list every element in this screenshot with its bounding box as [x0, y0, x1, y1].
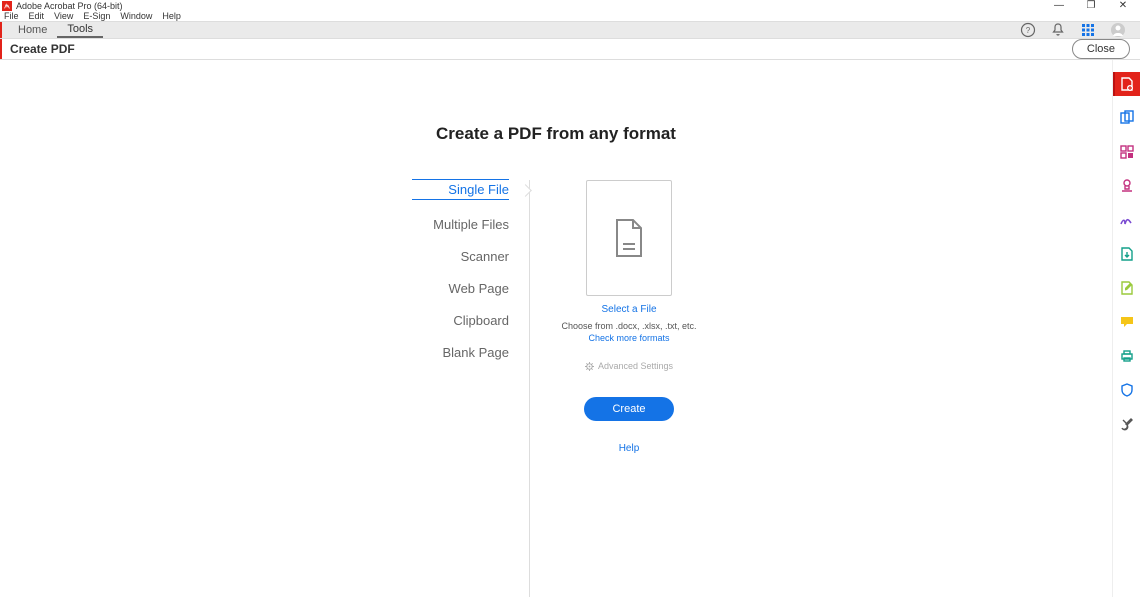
- option-multiple-files[interactable]: Multiple Files: [412, 217, 509, 232]
- svg-text:?: ?: [1026, 26, 1031, 35]
- choose-from-text: Choose from .docx, .xlsx, .txt, etc.: [561, 321, 696, 331]
- window-title: Adobe Acrobat Pro (64-bit): [16, 1, 1052, 11]
- tab-home[interactable]: Home: [8, 22, 57, 38]
- rail-protect-icon[interactable]: [1113, 378, 1140, 402]
- menu-help[interactable]: Help: [162, 11, 181, 21]
- rail-edit-pdf-icon[interactable]: [1113, 276, 1140, 300]
- document-icon: [611, 218, 647, 258]
- page-title: Create a PDF from any format: [436, 124, 676, 144]
- profile-icon[interactable]: [1110, 22, 1126, 38]
- rail-combine-icon[interactable]: [1113, 106, 1140, 130]
- right-tool-rail: [1112, 60, 1140, 597]
- app-icon: [2, 1, 12, 11]
- rail-sign-icon[interactable]: [1113, 208, 1140, 232]
- advanced-settings: Advanced Settings: [585, 361, 673, 371]
- tab-tools[interactable]: Tools: [57, 22, 103, 38]
- maximize-button[interactable]: ❐: [1084, 0, 1098, 11]
- close-window-button[interactable]: ✕: [1116, 0, 1130, 11]
- rail-print-icon[interactable]: [1113, 344, 1140, 368]
- help-link[interactable]: Help: [619, 443, 640, 454]
- rail-export-icon[interactable]: [1113, 242, 1140, 266]
- content-area: Create a PDF from any format Single File…: [0, 60, 1140, 597]
- rail-organize-icon[interactable]: [1113, 140, 1140, 164]
- gear-icon: [585, 362, 594, 371]
- menubar: File Edit View E-Sign Window Help: [0, 11, 1140, 21]
- file-dropzone[interactable]: [586, 180, 672, 296]
- option-scanner[interactable]: Scanner: [412, 249, 509, 264]
- create-button[interactable]: Create: [584, 397, 674, 421]
- rail-stamp-icon[interactable]: [1113, 174, 1140, 198]
- tabbar: Home Tools ?: [0, 21, 1140, 39]
- rail-create-pdf-icon[interactable]: [1113, 72, 1140, 96]
- option-single-file[interactable]: Single File: [412, 179, 509, 200]
- select-file-link[interactable]: Select a File: [601, 304, 656, 315]
- subheader-accent: [0, 39, 2, 59]
- help-icon[interactable]: ?: [1020, 22, 1036, 38]
- close-tool-button[interactable]: Close: [1072, 39, 1130, 59]
- advanced-settings-label: Advanced Settings: [598, 361, 673, 371]
- subheader: Create PDF Close: [0, 39, 1140, 60]
- menu-view[interactable]: View: [54, 11, 73, 21]
- option-blank-page[interactable]: Blank Page: [412, 345, 509, 360]
- option-clipboard[interactable]: Clipboard: [412, 313, 509, 328]
- menu-window[interactable]: Window: [120, 11, 152, 21]
- menu-file[interactable]: File: [4, 11, 19, 21]
- window-titlebar: Adobe Acrobat Pro (64-bit) — ❐ ✕: [0, 0, 1140, 11]
- apps-grid-icon[interactable]: [1080, 22, 1096, 38]
- tabbar-accent: [0, 22, 2, 38]
- menu-edit[interactable]: Edit: [29, 11, 45, 21]
- menu-esign[interactable]: E-Sign: [83, 11, 110, 21]
- check-more-formats-link[interactable]: Check more formats: [588, 333, 669, 343]
- rail-more-tools-icon[interactable]: [1113, 412, 1140, 436]
- bell-icon[interactable]: [1050, 22, 1066, 38]
- source-options: Single File Multiple Files Scanner Web P…: [412, 180, 530, 597]
- tool-title: Create PDF: [10, 42, 75, 56]
- minimize-button[interactable]: —: [1052, 0, 1066, 11]
- option-web-page[interactable]: Web Page: [412, 281, 509, 296]
- rail-comment-icon[interactable]: [1113, 310, 1140, 334]
